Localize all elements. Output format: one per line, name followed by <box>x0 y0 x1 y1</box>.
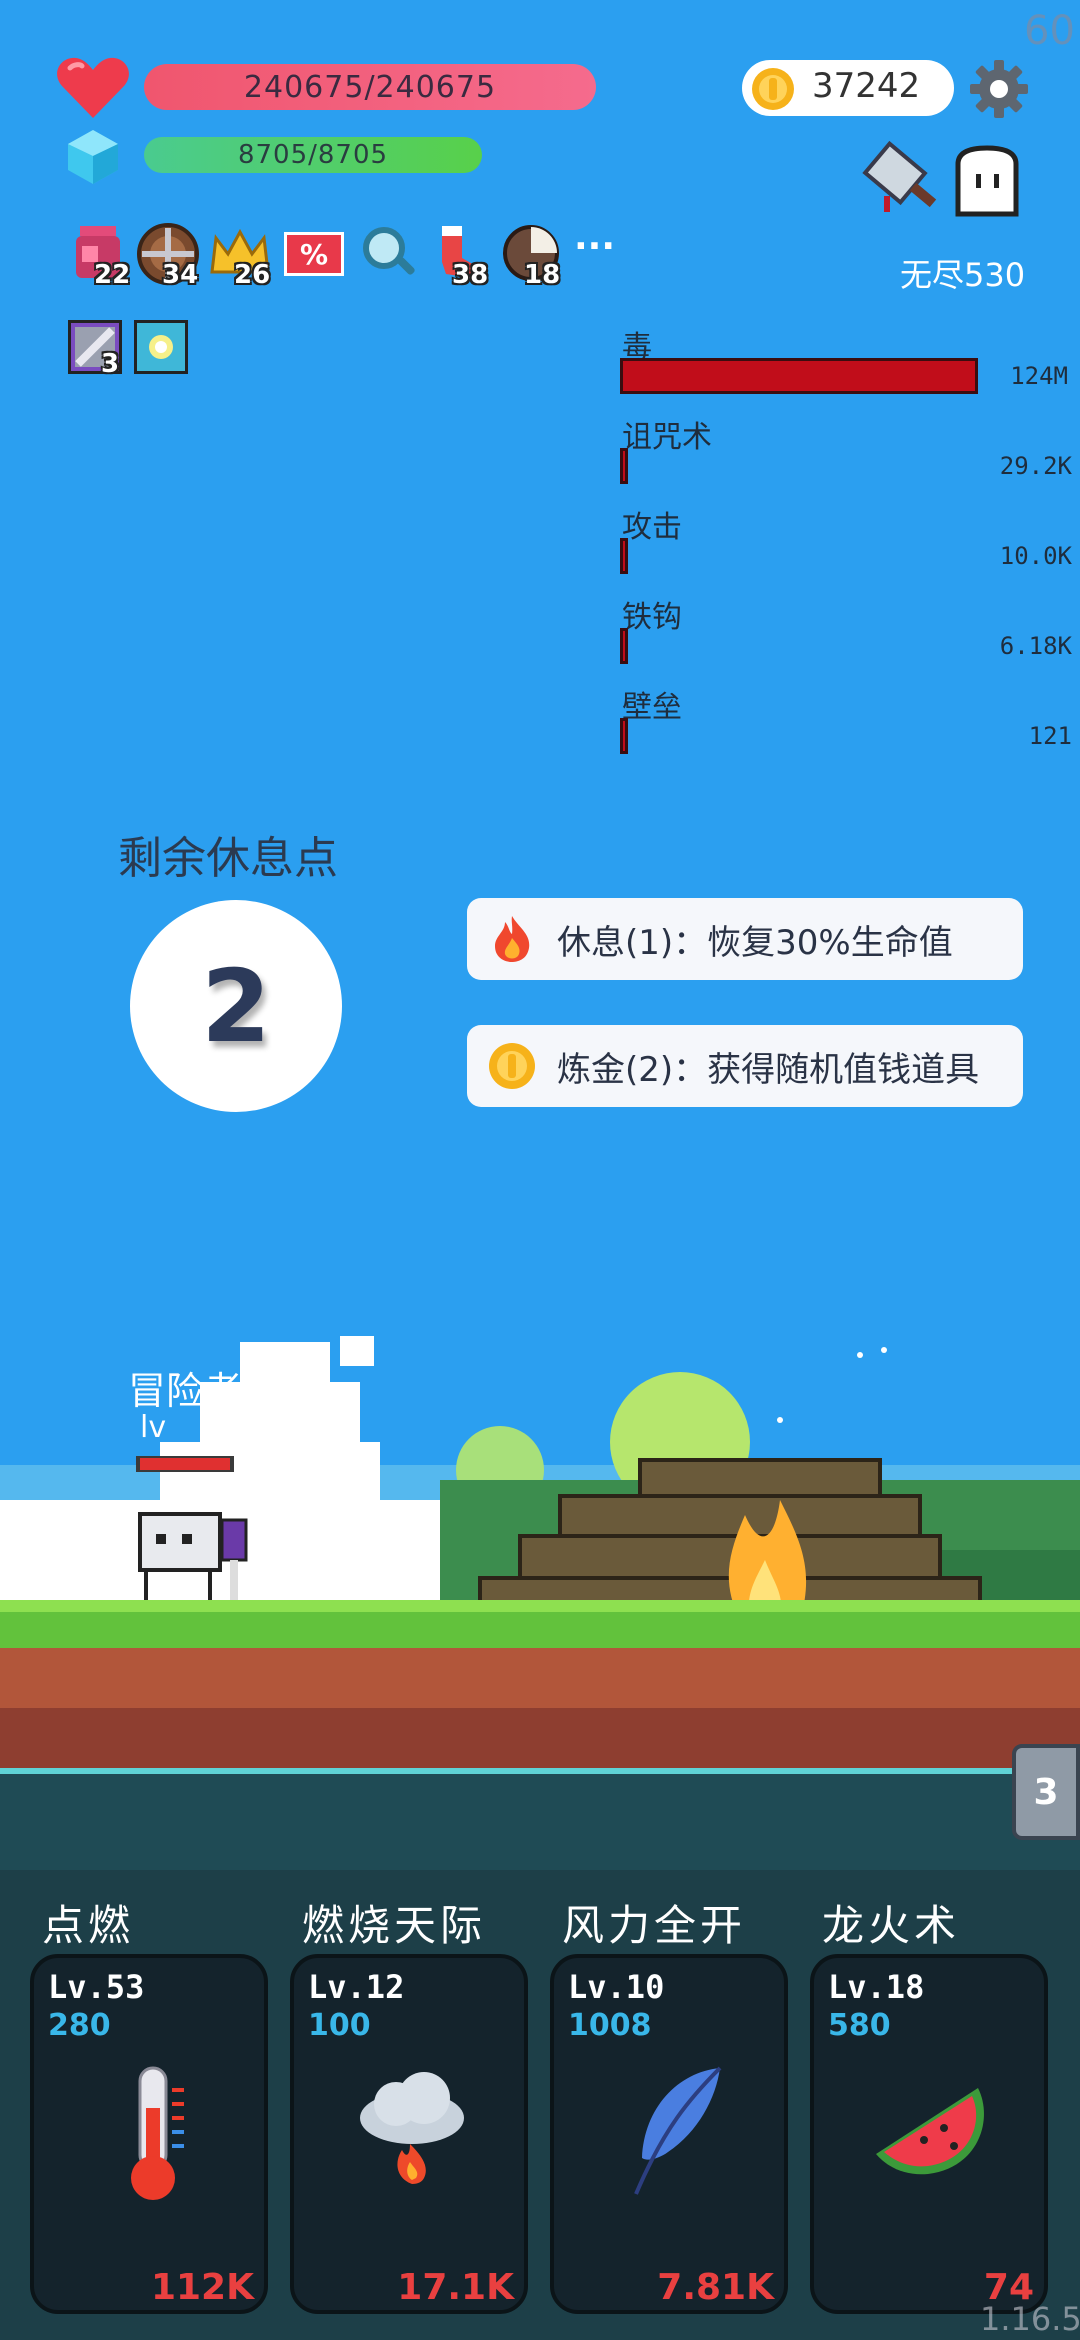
skill-level: Lv.10 <box>568 1968 665 2006</box>
rest-title: 剩余休息点 <box>118 833 338 884</box>
cleaver-icon[interactable] <box>862 140 946 224</box>
dmg-label-bulwark: 壁垒 <box>622 690 682 725</box>
dmg-bar-hook <box>620 628 628 664</box>
knight-sprite <box>138 1512 248 1612</box>
item-count: 38 <box>452 260 489 290</box>
item-count: 26 <box>234 260 271 290</box>
magnifier-icon <box>363 227 415 275</box>
item-percent[interactable]: % <box>284 232 344 276</box>
skill-value: 7.81K <box>657 2267 774 2308</box>
mp-text: 8705/8705 <box>237 140 389 170</box>
mp-bar: 8705/8705 <box>144 137 482 173</box>
thermometer-icon <box>131 2066 184 2200</box>
crystal-icon <box>68 130 118 184</box>
skill-value: 112K <box>150 2267 254 2308</box>
skill-cost: 580 <box>828 2008 891 2043</box>
dmg-bar-curse <box>620 448 628 484</box>
hp-bar: 240675/240675 <box>144 64 596 110</box>
side-tab[interactable]: 3 <box>1012 1744 1080 1840</box>
watermelon-icon <box>876 2088 984 2175</box>
skill-level: Lv.53 <box>48 1968 145 2006</box>
player-name: 冒险者 <box>128 1369 243 1413</box>
rest-option-alchemy-label: 炼金(2)：获得随机值钱道具 <box>557 1049 980 1090</box>
more-icon[interactable]: ··· <box>574 226 630 282</box>
fire-icon <box>495 916 530 962</box>
percent-icon: % <box>299 237 329 271</box>
dmg-value-poison: 124M <box>1010 362 1068 390</box>
skill-card-burn-sky[interactable]: Lv.12 100 17.1K <box>290 1954 528 2314</box>
dmg-bar-poison <box>620 358 978 394</box>
feather-icon <box>634 2066 722 2195</box>
skill-level: Lv.12 <box>308 1968 405 2006</box>
version-label: 1.16.5 <box>980 2300 1080 2338</box>
skill-cost: 1008 <box>568 2008 652 2043</box>
skill-name-ignite: 点燃 <box>42 1901 135 1950</box>
buff-light[interactable] <box>134 320 188 374</box>
player-level: lv <box>140 1410 167 1445</box>
gear-icon[interactable] <box>968 58 1030 120</box>
endless-mode-label: 无尽530 <box>900 256 1026 294</box>
skill-level: Lv.18 <box>828 1968 925 2006</box>
item-count: 18 <box>524 260 561 290</box>
buff-count: 3 <box>101 349 120 379</box>
skill-card-full-wind[interactable]: Lv.10 1008 7.81K <box>550 1954 788 2314</box>
item-crown[interactable]: 26 <box>208 226 270 290</box>
dmg-value-attack: 10.0K <box>999 542 1072 570</box>
item-count: 34 <box>162 260 199 290</box>
rest-option-heal-label: 休息(1)：恢复30%生命值 <box>557 922 953 963</box>
rest-points: 2 <box>201 947 271 1065</box>
dmg-value-curse: 29.2K <box>999 452 1072 480</box>
dmg-value-bulwark: 121 <box>1028 722 1072 750</box>
fire-cloud-icon <box>360 2072 464 2184</box>
coin-amount: 37242 <box>812 66 921 106</box>
light-buff-icon <box>149 335 173 359</box>
skill-card-dragon-fire[interactable]: Lv.18 580 74 <box>810 1954 1048 2314</box>
skill-card-ignite[interactable]: Lv.53 280 112K <box>30 1954 268 2314</box>
item-shield[interactable]: 34 <box>136 222 199 290</box>
hp-text: 240675/240675 <box>243 69 497 105</box>
coin-icon <box>489 1043 535 1089</box>
item-count: 22 <box>94 260 131 290</box>
rest-option-alchemy[interactable]: 炼金(2)：获得随机值钱道具 <box>467 1025 1023 1107</box>
fps-counter: 60 <box>1024 8 1075 54</box>
item-magnifier[interactable] <box>360 224 416 280</box>
heart-icon <box>57 57 129 118</box>
skill-name-dragon-fire: 龙火术 <box>822 1901 961 1950</box>
dmg-label-attack: 攻击 <box>622 510 682 545</box>
dmg-label-curse: 诅咒术 <box>622 420 712 455</box>
skill-name-burn-sky: 燃烧天际 <box>302 1901 487 1950</box>
rest-option-heal[interactable]: 休息(1)：恢复30%生命值 <box>467 898 1023 980</box>
skill-cost: 100 <box>308 2008 371 2043</box>
item-coconut[interactable]: 18 <box>502 224 560 290</box>
skill-cost: 280 <box>48 2008 111 2043</box>
skill-name-full-wind: 风力全开 <box>562 1901 747 1950</box>
dmg-label-hook: 铁钩 <box>622 600 682 635</box>
item-jam[interactable]: 22 <box>70 222 130 290</box>
item-sock[interactable]: 38 <box>432 222 488 290</box>
dmg-bar-attack <box>620 538 628 574</box>
dmg-bar-bulwark <box>620 718 628 754</box>
coin-icon <box>752 68 794 110</box>
ghost-icon[interactable] <box>950 144 1024 220</box>
dmg-value-hook: 6.18K <box>999 632 1072 660</box>
skill-value: 17.1K <box>397 2267 514 2308</box>
buff-sword[interactable]: 3 <box>68 320 122 379</box>
